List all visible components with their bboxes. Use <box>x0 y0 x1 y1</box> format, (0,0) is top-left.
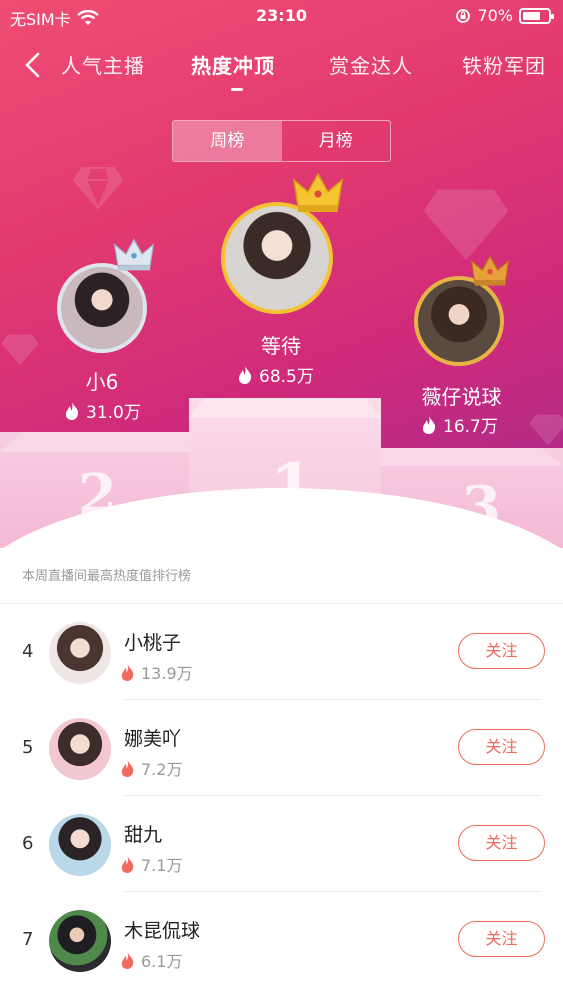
follow-button[interactable]: 关注 <box>458 729 545 765</box>
pedestal-2-top <box>0 432 192 452</box>
heat-text: 7.1万 <box>141 856 183 875</box>
avatar[interactable] <box>49 718 111 780</box>
heat-value: 13.9万 <box>120 660 193 684</box>
podium-1-avatar[interactable] <box>221 202 333 314</box>
follow-button[interactable]: 关注 <box>458 921 545 957</box>
podium-1-heat: 68.5万 <box>237 362 314 387</box>
podium-3-heat-value: 16.7万 <box>443 417 498 437</box>
heat-text: 7.2万 <box>141 760 183 779</box>
follow-button[interactable]: 关注 <box>458 633 545 669</box>
tab-fan-legion[interactable]: 铁粉军团 <box>462 50 546 79</box>
diamond-icon <box>529 414 563 446</box>
podium-3-heat: 16.7万 <box>421 412 498 437</box>
podium-2-heat-value: 31.0万 <box>86 403 141 423</box>
rank-number: 5 <box>22 737 34 758</box>
period-segmented-control: 周榜 月榜 <box>172 120 391 162</box>
tab-bounty-master[interactable]: 赏金达人 <box>329 50 413 79</box>
rank-number: 6 <box>22 833 34 854</box>
avatar[interactable] <box>49 910 111 972</box>
flame-icon <box>422 415 436 434</box>
crown-body <box>292 172 344 207</box>
rank-number: 4 <box>22 641 34 662</box>
avatar[interactable] <box>49 622 111 684</box>
heat-text: 6.1万 <box>141 952 183 971</box>
anchor-name: 娜美吖 <box>124 728 182 750</box>
podium-3-avatar[interactable] <box>414 276 504 366</box>
crown-body <box>470 255 510 282</box>
list-item: 4 小桃子 13.9万 关注 <box>0 604 563 700</box>
heat-text: 13.9万 <box>141 664 193 683</box>
anchor-name: 甜九 <box>124 824 163 846</box>
podium-1-heat-value: 68.5万 <box>259 367 314 387</box>
follow-button[interactable]: 关注 <box>458 825 545 861</box>
diamond-icon <box>1 334 39 366</box>
heat-value: 7.1万 <box>120 852 182 876</box>
flame-icon <box>121 663 134 681</box>
avatar[interactable] <box>49 814 111 876</box>
battery-level <box>523 11 540 20</box>
tab-heat-top[interactable]: 热度冲顶 <box>191 50 275 79</box>
heat-value: 6.1万 <box>120 948 182 972</box>
anchor-name: 小桃子 <box>124 632 182 654</box>
crown-body <box>113 238 155 267</box>
pedestal-3-top <box>380 448 563 466</box>
orientation-lock-icon <box>456 8 471 23</box>
battery-icon <box>519 7 554 24</box>
rank-number: 7 <box>22 929 34 950</box>
list-item: 5 娜美吖 7.2万 关注 <box>0 700 563 796</box>
ranking-caption: 本周直播间最高热度值排行榜 <box>22 569 192 584</box>
active-tab-indicator <box>231 88 243 91</box>
heat-value: 7.2万 <box>120 756 182 780</box>
podium-2-heat: 31.0万 <box>64 398 141 423</box>
crown-gold-icon <box>292 172 344 212</box>
flame-icon <box>121 855 134 873</box>
battery-percent: 70% <box>477 6 513 25</box>
leaderboard-hero: 无SIM卡 23:10 70% 人气主播 热度冲顶 赏金达人 铁粉军团 周榜 月… <box>0 0 563 548</box>
crown-bronze-icon <box>470 255 510 286</box>
flame-icon <box>238 365 252 384</box>
list-item: 7 木昆侃球 6.1万 关注 <box>0 892 563 982</box>
podium-1-name: 等待 <box>261 334 301 358</box>
pedestal-1-top <box>189 398 381 418</box>
top-nav: 人气主播 热度冲顶 赏金达人 铁粉军团 <box>0 44 563 88</box>
podium-2-avatar[interactable] <box>57 263 147 353</box>
status-bar: 无SIM卡 23:10 70% <box>0 0 563 32</box>
flame-icon <box>121 951 134 969</box>
flame-icon <box>121 759 134 777</box>
anchor-name: 木昆侃球 <box>124 920 201 942</box>
flame-icon <box>65 401 79 420</box>
segment-monthly[interactable]: 月榜 <box>282 121 391 161</box>
list-item: 6 甜九 7.1万 关注 <box>0 796 563 892</box>
tab-popular-anchor[interactable]: 人气主播 <box>61 50 145 79</box>
diamond-icon <box>72 167 124 210</box>
segment-weekly[interactable]: 周榜 <box>173 121 282 161</box>
crown-silver-icon <box>113 238 155 271</box>
podium-2-name: 小6 <box>85 370 119 394</box>
back-icon[interactable] <box>18 48 48 82</box>
podium-3-name: 薇仔说球 <box>421 385 502 409</box>
